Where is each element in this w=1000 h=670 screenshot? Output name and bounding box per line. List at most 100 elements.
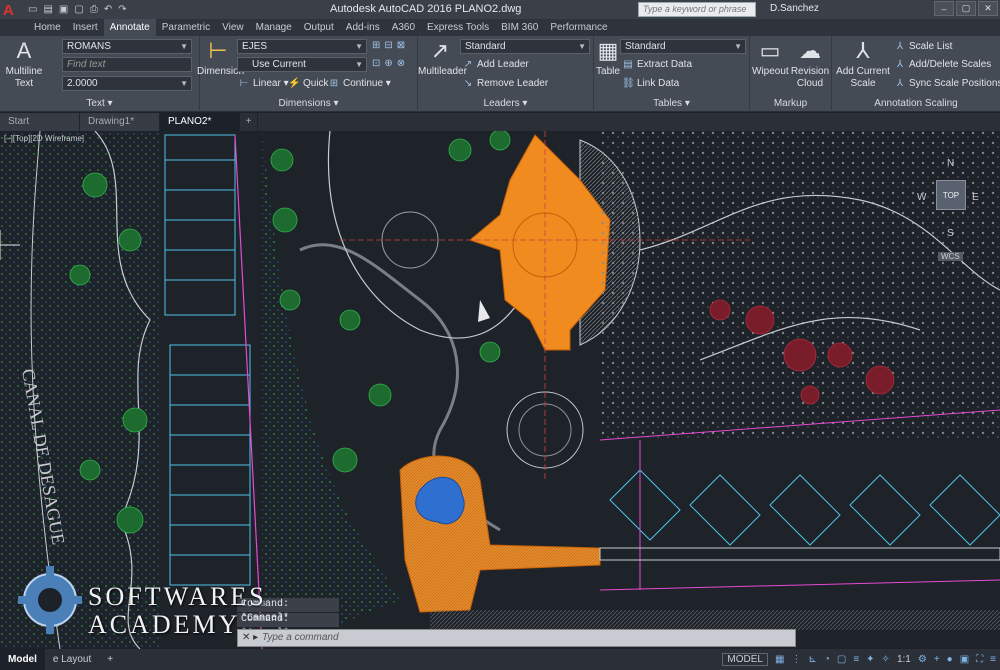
markup-panel-title[interactable]: Markup <box>750 98 831 110</box>
multileader-button[interactable]: ↗ Multileader <box>418 38 467 78</box>
extract-data-button[interactable]: ▤ Extract Data <box>622 58 692 72</box>
osnap-icon[interactable]: ▢ <box>837 654 846 665</box>
close-icon[interactable]: ✕ <box>978 1 998 16</box>
status-tools: MODEL ▦ ⋮ ⊾ ◔ ▢ ≡ ✦ ✧ 1:1 ⚙ + ● ▣ ⛶ ≡ <box>722 649 996 670</box>
help-search-input[interactable]: Type a keyword or phrase <box>638 2 756 17</box>
customize-icon[interactable]: ≡ <box>990 654 996 665</box>
remove-leader-icon: ↘ <box>463 78 473 89</box>
command-line-input[interactable]: ✕ ▸ Type a command <box>237 629 796 647</box>
add-layout-button[interactable]: + <box>99 649 121 670</box>
plot-icon[interactable]: ⎙ <box>90 4 98 15</box>
maximize-icon[interactable]: ▢ <box>956 1 976 16</box>
minimize-icon[interactable]: – <box>934 1 954 16</box>
sync-scale-icon: ⅄ <box>896 78 904 89</box>
dim-style-select[interactable]: EJES ▼ <box>237 39 367 54</box>
undo-icon[interactable]: ↶ <box>104 4 112 15</box>
multiline-text-button[interactable]: A Multiline Text <box>4 38 44 90</box>
auto-scale-icon[interactable]: ✧ <box>882 654 890 665</box>
tab-performance[interactable]: Performance <box>544 19 613 36</box>
continue-dim-button[interactable]: ⊞ Continue ▾ <box>328 77 391 91</box>
wipeout-label: Wipeout <box>752 66 789 77</box>
doc-tab-drawing1[interactable]: Drawing1* <box>80 113 160 131</box>
add-delete-scales-button[interactable]: ⅄ Add/Delete Scales <box>894 58 991 72</box>
doc-tab-plano2[interactable]: PLANO2* <box>160 113 240 131</box>
tab-a360[interactable]: A360 <box>386 19 421 36</box>
sync-scale-positions-button[interactable]: ⅄ Sync Scale Positions <box>894 77 1000 91</box>
dimension-button[interactable]: ⊢ Dimension <box>197 38 244 78</box>
save-icon[interactable]: ▣ <box>59 4 68 15</box>
tab-express-tools[interactable]: Express Tools <box>421 19 495 36</box>
grid-icon[interactable]: ▦ <box>775 654 784 665</box>
user-account[interactable]: D.Sanchez <box>770 3 819 14</box>
tab-view[interactable]: View <box>216 19 250 36</box>
quick-dim-button[interactable]: ⚡ Quick <box>288 77 329 91</box>
redo-icon[interactable]: ↷ <box>118 4 126 15</box>
tab-home[interactable]: Home <box>28 19 67 36</box>
compass-north[interactable]: N <box>947 158 954 169</box>
table-style-select[interactable]: Standard ▼ <box>620 39 746 54</box>
tab-parametric[interactable]: Parametric <box>156 19 216 36</box>
dim-layer-select[interactable]: Use Current ▼ <box>237 57 367 72</box>
snap-icon[interactable]: ⋮ <box>791 654 801 665</box>
dim-tools-row2[interactable]: ⊡⊕⊗ <box>372 57 409 71</box>
linear-button[interactable]: ⊢ Linear ▾ <box>238 77 289 91</box>
tab-annotate[interactable]: Annotate <box>103 19 156 36</box>
ortho-icon[interactable]: ⊾ <box>808 654 816 665</box>
tab-manage[interactable]: Manage <box>250 19 298 36</box>
doc-tab-start[interactable]: Start <box>0 113 80 131</box>
wcs-menu[interactable]: WCS <box>938 252 963 261</box>
find-text-input[interactable]: Find text <box>62 57 192 72</box>
tab-output[interactable]: Output <box>298 19 340 36</box>
tab-addins[interactable]: Add-ins <box>340 19 386 36</box>
open-icon[interactable]: ▤ <box>43 4 52 15</box>
revision-cloud-icon: ☁ <box>799 38 821 63</box>
layout-tab[interactable]: e Layout <box>45 649 99 670</box>
saveas-icon[interactable]: ▢ <box>74 4 83 15</box>
autocad-logo-icon[interactable]: A <box>3 2 19 19</box>
annotation-scaling-panel-title[interactable]: Annotation Scaling <box>832 98 1000 110</box>
tables-panel-title[interactable]: Tables ▾ <box>594 98 749 110</box>
dim-tools-row1[interactable]: ⊞⊟⊠ <box>372 39 409 53</box>
continue-label: Continue <box>343 78 384 89</box>
text-height-select[interactable]: 2.0000 ▼ <box>62 76 192 91</box>
fullscreen-icon[interactable]: ⛶ <box>976 654 983 665</box>
add-leader-button[interactable]: ↗ Add Leader <box>462 58 529 72</box>
annotation-visibility-icon[interactable]: ✦ <box>866 654 874 665</box>
polar-icon[interactable]: ◔ <box>824 654 830 665</box>
wipeout-button[interactable]: ▭ Wipeout <box>752 38 789 78</box>
isolate-icon[interactable]: ● <box>947 654 953 665</box>
quick-label: Quick <box>303 78 329 89</box>
lineweight-icon[interactable]: ≡ <box>853 654 859 665</box>
remove-leader-button[interactable]: ↘ Remove Leader <box>462 77 548 91</box>
model-tab[interactable]: Model <box>0 649 45 670</box>
leader-style-select[interactable]: Standard ▼ <box>460 39 590 54</box>
dim-layer-value: Use Current <box>252 59 306 70</box>
text-panel-title[interactable]: Text ▾ <box>0 98 199 110</box>
viewcube[interactable]: TOP <box>936 180 966 210</box>
link-data-button[interactable]: ⛓ Link Data <box>622 77 679 91</box>
text-style-select[interactable]: ROMANS ▼ <box>62 39 192 54</box>
table-button[interactable]: ▦ Table <box>594 38 622 78</box>
new-tab-button[interactable]: + <box>240 113 258 131</box>
viewport-controls-label[interactable]: [–][Top][2D Wireframe] <box>4 134 84 143</box>
settings-icon[interactable]: ⚙ <box>918 654 927 665</box>
annotation-scale[interactable]: 1:1 <box>897 654 911 665</box>
compass-south[interactable]: S <box>947 228 954 239</box>
leaders-panel-title[interactable]: Leaders ▾ <box>418 98 593 110</box>
plus-icon[interactable]: + <box>934 654 940 665</box>
new-icon[interactable]: ▭ <box>28 4 37 15</box>
tab-insert[interactable]: Insert <box>67 19 104 36</box>
compass-west[interactable]: W <box>917 192 926 203</box>
chevron-down-icon: ▼ <box>180 42 188 51</box>
tab-bim360[interactable]: BIM 360 <box>495 19 544 36</box>
add-current-scale-button[interactable]: ⅄ Add Current Scale <box>836 38 890 90</box>
chevron-down-icon: ▼ <box>180 79 188 88</box>
hardware-acceleration-icon[interactable]: ▣ <box>960 654 969 665</box>
compass-east[interactable]: E <box>972 192 979 203</box>
revision-cloud-button[interactable]: ☁ Revision Cloud <box>790 38 830 90</box>
dimensions-panel-title[interactable]: Dimensions ▾ <box>200 98 417 110</box>
window-controls: – ▢ ✕ <box>934 1 998 16</box>
table-label: Table <box>596 66 620 77</box>
scale-list-button[interactable]: ⅄ Scale List <box>894 40 952 54</box>
model-space-button[interactable]: MODEL <box>722 653 768 666</box>
